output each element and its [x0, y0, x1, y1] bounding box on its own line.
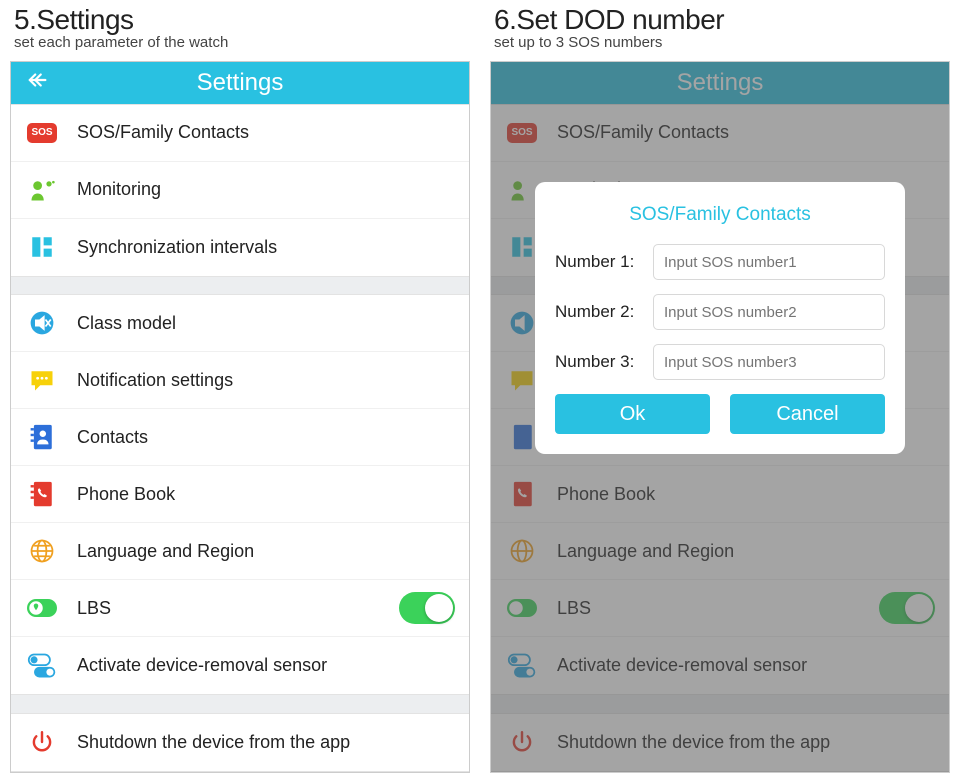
number1-label: Number 1: [555, 252, 653, 272]
section-5-sub: set each parameter of the watch [14, 34, 466, 51]
sos-modal: SOS/Family Contacts Number 1: Number 2: … [535, 182, 905, 454]
row-label: Notification settings [77, 370, 455, 391]
phone-book-icon [25, 480, 59, 508]
section-6-sub: set up to 3 SOS numbers [494, 34, 946, 51]
number2-input[interactable] [653, 294, 885, 330]
ok-button[interactable]: Ok [555, 394, 710, 434]
number3-input[interactable] [653, 344, 885, 380]
header-bar: Settings [11, 62, 469, 104]
globe-icon [25, 537, 59, 565]
row-lbs[interactable]: LBS [11, 580, 469, 637]
back-icon[interactable] [27, 69, 49, 97]
modal-overlay: SOS/Family Contacts Number 1: Number 2: … [491, 62, 949, 772]
lbs-icon [25, 597, 59, 619]
number3-label: Number 3: [555, 352, 653, 372]
row-class-model[interactable]: Class model [11, 295, 469, 352]
row-label: Shutdown the device from the app [77, 732, 455, 753]
cancel-button[interactable]: Cancel [730, 394, 885, 434]
lbs-toggle[interactable] [399, 592, 455, 624]
notification-icon [25, 366, 59, 394]
row-shutdown[interactable]: Shutdown the device from the app [11, 714, 469, 771]
row-sync-intervals[interactable]: Synchronization intervals [11, 219, 469, 276]
sensor-icon [25, 652, 59, 680]
sync-icon [25, 234, 59, 260]
sos-icon: SOS [27, 123, 57, 143]
row-label: Language and Region [77, 541, 455, 562]
power-icon [25, 729, 59, 755]
row-label: SOS/Family Contacts [77, 122, 455, 143]
row-device-removal-sensor[interactable]: Activate device-removal sensor [11, 637, 469, 694]
row-phone-book[interactable]: Phone Book [11, 466, 469, 523]
row-label: Synchronization intervals [77, 237, 455, 258]
row-label: Class model [77, 313, 455, 334]
row-label: Contacts [77, 427, 455, 448]
row-language-region[interactable]: Language and Region [11, 523, 469, 580]
row-monitoring[interactable]: Monitoring [11, 162, 469, 219]
row-contacts[interactable]: Contacts [11, 409, 469, 466]
modal-title: SOS/Family Contacts [555, 204, 885, 226]
row-label: Phone Book [77, 484, 455, 505]
class-model-icon [25, 309, 59, 337]
row-sos-contacts[interactable]: SOS SOS/Family Contacts [11, 105, 469, 162]
monitoring-icon [25, 176, 59, 204]
section-5-title: 5.Settings [14, 4, 466, 36]
contacts-icon [25, 423, 59, 451]
page-title: Settings [197, 69, 284, 97]
row-label: Activate device-removal sensor [77, 655, 455, 676]
number1-input[interactable] [653, 244, 885, 280]
row-label: Monitoring [77, 179, 455, 200]
section-6-title: 6.Set DOD number [494, 4, 946, 36]
row-label: LBS [77, 598, 399, 619]
number2-label: Number 2: [555, 302, 653, 322]
row-notification-settings[interactable]: Notification settings [11, 352, 469, 409]
